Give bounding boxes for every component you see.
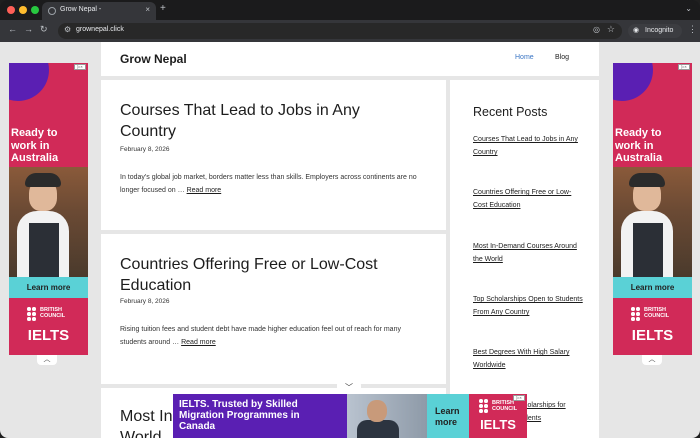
post-date: February 8, 2026	[120, 146, 170, 153]
forward-button[interactable]: →	[24, 24, 33, 34]
back-button[interactable]: ←	[8, 24, 17, 34]
adchoices-icon[interactable]: ▷×	[513, 395, 525, 401]
eye-off-icon[interactable]: ◎	[593, 25, 600, 34]
ad-photo	[613, 167, 692, 281]
post-excerpt: Rising tuition fees and student debt hav…	[120, 323, 420, 349]
side-ad-left[interactable]: ▷× Ready to work in Australia Learn more…	[9, 63, 88, 355]
british-council-logo-icon	[27, 307, 37, 321]
browser-menu-button[interactable]: ⋮	[688, 24, 697, 35]
ad-photo	[9, 167, 88, 281]
ad-learn-more-button[interactable]: Learn more	[427, 394, 469, 438]
ad-photo-head	[367, 400, 387, 422]
reload-button[interactable]: ↻	[40, 24, 48, 35]
incognito-label: Incognito	[645, 27, 674, 34]
post-excerpt-text: Rising tuition fees and student debt hav…	[120, 326, 401, 346]
post-excerpt-text: In today's global job market, borders ma…	[120, 174, 417, 194]
ad-photo-apron	[29, 223, 59, 281]
url-text[interactable]: grownepal.click	[76, 26, 124, 33]
collapse-bottom-ad-button[interactable]: ﹀	[337, 381, 361, 394]
tab-search-icon[interactable]: ⌄	[685, 4, 692, 13]
bottom-anchor-ad[interactable]: IELTS. Trusted by Skilled Migration Prog…	[173, 394, 527, 438]
ad-photo-body	[357, 420, 399, 438]
ad-photo-apron	[633, 223, 663, 281]
recent-post-link[interactable]: Top Scholarships Open to Students From A…	[473, 293, 583, 319]
bookmark-star-icon[interactable]: ☆	[607, 24, 615, 35]
recent-post-link[interactable]: Countries Offering Free or Low-Cost Educ…	[473, 186, 583, 212]
browser-window: Grow Nepal - × + ⌄ ← → ↻ ⚙ grownepal.cli…	[0, 0, 700, 438]
ad-headline: IELTS. Trusted by Skilled Migration Prog…	[179, 399, 300, 432]
post-excerpt: In today's global job market, borders ma…	[120, 171, 420, 197]
ielts-wordmark: IELTS	[631, 327, 674, 344]
incognito-badge[interactable]: ◉ Incognito	[628, 24, 682, 38]
ielts-wordmark: IELTS	[27, 327, 70, 344]
collapse-ad-button[interactable]: ︿	[642, 355, 662, 365]
collapse-ad-button[interactable]: ︿	[37, 355, 57, 365]
read-more-link[interactable]: Read more	[187, 187, 222, 194]
page-viewport: Grow Nepal Home Blog Courses That Lead t…	[0, 42, 700, 438]
globe-icon	[48, 7, 56, 15]
sidebar-recent-posts: Recent Posts Courses That Lead to Jobs i…	[450, 80, 599, 438]
ad-decoration	[613, 63, 653, 101]
post-card: Countries Offering Free or Low-Cost Educ…	[101, 234, 446, 384]
tab-grow-nepal[interactable]: Grow Nepal - ×	[42, 2, 156, 20]
ad-brand: BRITISH COUNCIL IELTS	[9, 298, 88, 355]
ad-headline: Ready to work in Australia	[11, 127, 59, 164]
brand-name: BRITISH COUNCIL	[40, 307, 66, 319]
incognito-icon: ◉	[633, 27, 640, 34]
nav-home-link[interactable]: Home	[515, 54, 534, 61]
ielts-wordmark: IELTS	[480, 417, 516, 432]
ad-brand: BRITISH COUNCIL IELTS	[613, 298, 692, 355]
brand-name: BRITISH COUNCIL	[492, 400, 518, 412]
post-card: Courses That Lead to Jobs in Any Country…	[101, 80, 446, 230]
recent-post-link[interactable]: Most In-Demand Courses Around the World	[473, 240, 583, 266]
nav-blog-link[interactable]: Blog	[555, 54, 569, 61]
recent-post-link[interactable]: Best Degrees With High Salary Worldwide	[473, 346, 583, 372]
tab-title: Grow Nepal -	[60, 6, 102, 13]
ad-learn-more-button[interactable]: Learn more	[613, 277, 692, 298]
address-bar[interactable]: ⚙ grownepal.click ◎ ☆	[58, 23, 622, 39]
new-tab-button[interactable]: +	[160, 3, 166, 14]
brand-name: BRITISH COUNCIL	[644, 307, 670, 319]
british-council-logo-icon	[631, 307, 641, 321]
sidebar-title: Recent Posts	[473, 105, 548, 119]
ad-decoration	[9, 63, 49, 101]
minimize-window-button[interactable]	[19, 6, 27, 14]
british-council-logo-icon	[479, 399, 489, 413]
recent-post-link[interactable]: Courses That Lead to Jobs in Any Country	[473, 133, 583, 159]
tab-strip: Grow Nepal - × + ⌄	[0, 0, 700, 20]
site-header: Grow Nepal Home Blog	[101, 42, 599, 76]
close-window-button[interactable]	[7, 6, 15, 14]
site-info-icon[interactable]: ⚙	[64, 25, 71, 34]
ad-photo-cap	[25, 173, 61, 187]
side-ad-right[interactable]: ▷× Ready to work in Australia Learn more…	[613, 63, 692, 355]
ad-learn-more-button[interactable]: Learn more	[9, 277, 88, 298]
post-date: February 8, 2026	[120, 298, 170, 305]
maximize-window-button[interactable]	[31, 6, 39, 14]
adchoices-icon[interactable]: ▷×	[74, 64, 86, 70]
close-tab-icon[interactable]: ×	[145, 5, 150, 14]
browser-toolbar: ← → ↻ ⚙ grownepal.click ◎ ☆ ◉ Incognito …	[0, 20, 700, 42]
post-title[interactable]: Courses That Lead to Jobs in Any Country	[120, 100, 420, 142]
ad-headline: Ready to work in Australia	[615, 127, 663, 164]
ad-photo-cap	[629, 173, 665, 187]
post-title[interactable]: Countries Offering Free or Low-Cost Educ…	[120, 254, 420, 296]
adchoices-icon[interactable]: ▷×	[678, 64, 690, 70]
site-title[interactable]: Grow Nepal	[120, 52, 187, 66]
read-more-link[interactable]: Read more	[181, 339, 216, 346]
